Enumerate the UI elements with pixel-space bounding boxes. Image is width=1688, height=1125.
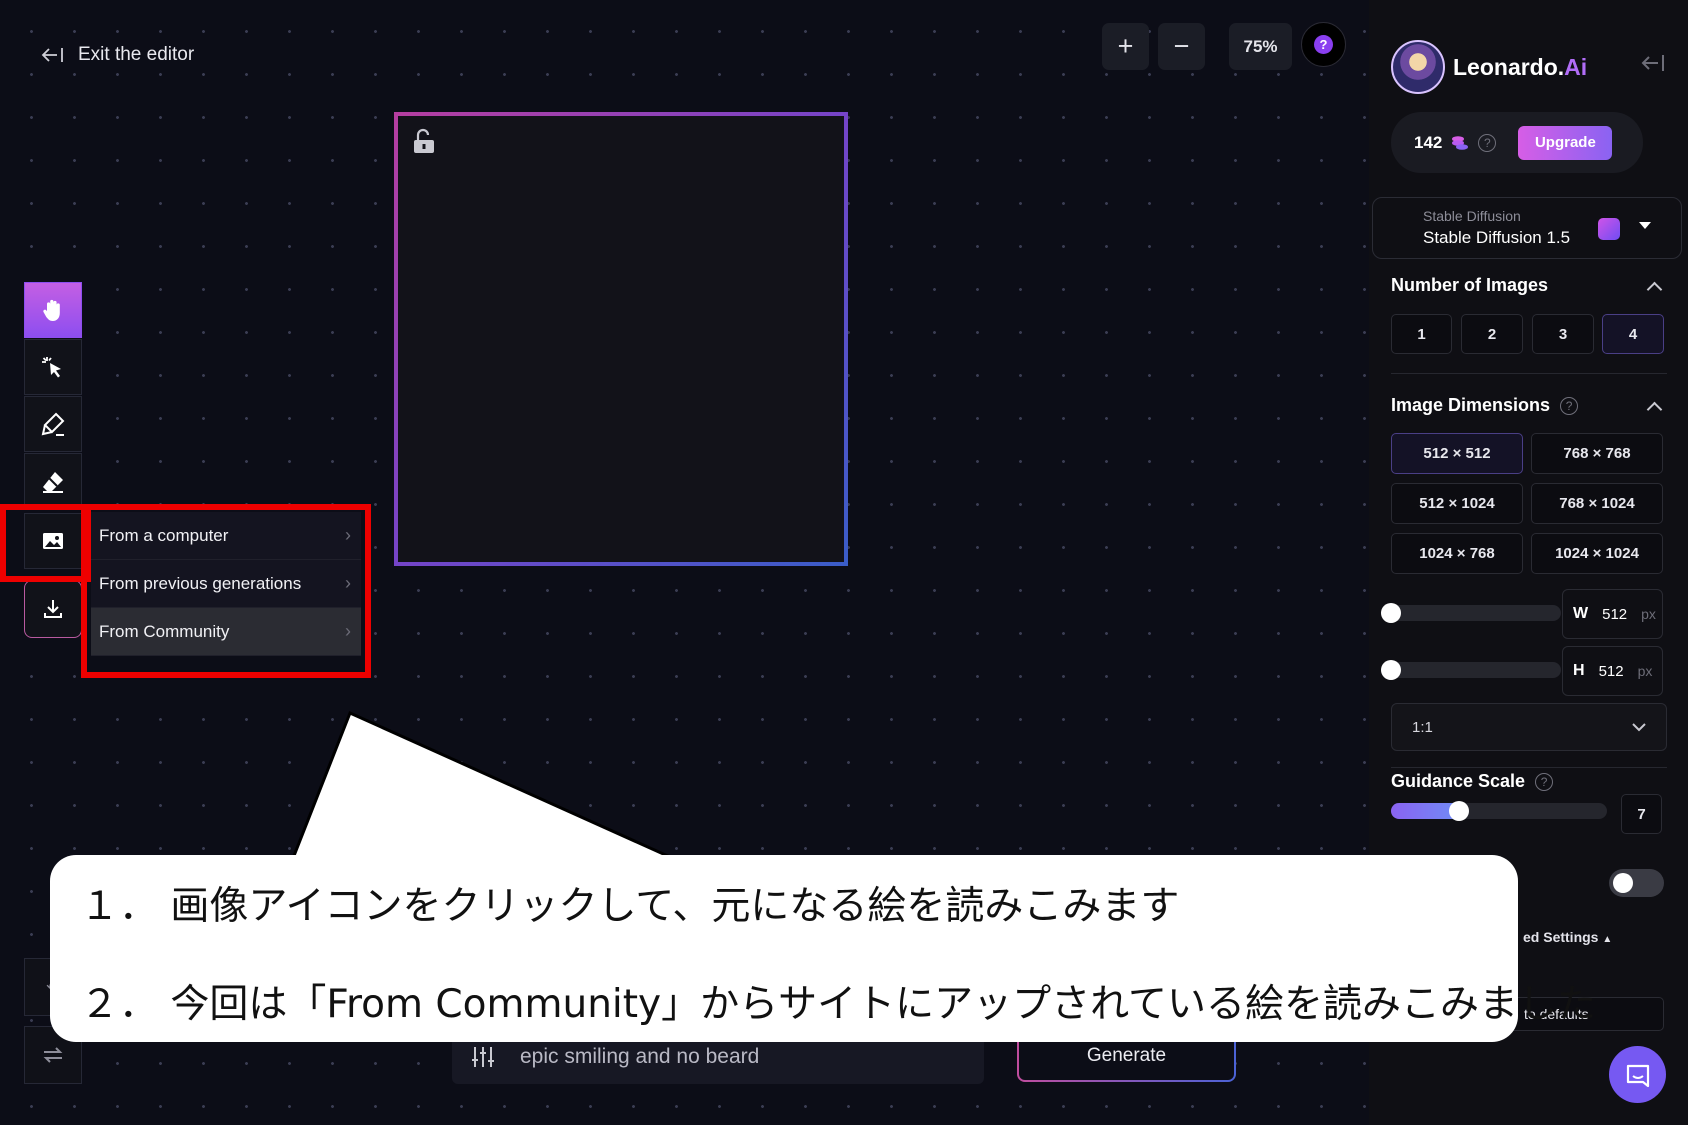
- brand-name: Leonardo.Ai: [1453, 53, 1588, 80]
- cursor-click-icon: [42, 357, 61, 378]
- width-slider[interactable]: [1381, 605, 1561, 621]
- dim-512x1024[interactable]: 512 × 1024: [1391, 483, 1523, 524]
- height-slider[interactable]: [1381, 662, 1561, 678]
- zoom-level[interactable]: 75%: [1229, 23, 1292, 70]
- guidance-slider-handle[interactable]: [1449, 801, 1469, 821]
- model-name: Stable Diffusion 1.5: [1423, 228, 1571, 247]
- width-field[interactable]: W 512 px: [1562, 589, 1663, 639]
- dim-512x512[interactable]: 512 × 512: [1391, 433, 1523, 474]
- divider: [1391, 767, 1667, 768]
- guidance-value[interactable]: 7: [1621, 794, 1662, 834]
- coins-icon: [1452, 135, 1469, 150]
- brush-icon: [41, 412, 65, 436]
- toggle-switch[interactable]: [1609, 869, 1664, 897]
- dim-1024x1024[interactable]: 1024 × 1024: [1531, 533, 1663, 574]
- dim-768x1024[interactable]: 768 × 1024: [1531, 483, 1663, 524]
- menu-item-label: From previous generations: [99, 573, 302, 593]
- height-slider-handle[interactable]: [1381, 660, 1401, 680]
- pan-tool-button[interactable]: [24, 282, 82, 338]
- instruction-callout: １． 画像アイコンをクリックして、元になる絵を読みこみます ２． 今回は「Fro…: [50, 855, 1596, 1042]
- eraser-icon: [43, 472, 63, 493]
- caret-down-icon: [1639, 222, 1651, 229]
- model-selector[interactable]: Stable Diffusion Stable Diffusion 1.5: [1372, 197, 1682, 259]
- callout-line-2: ２． 今回は「From Community」からサイトにアップされている絵を読み…: [80, 982, 1596, 1027]
- avatar: [1391, 40, 1445, 94]
- menu-item-from-previous[interactable]: From previous generations ›: [91, 560, 361, 608]
- unlock-icon[interactable]: [412, 128, 436, 154]
- help-icon[interactable]: ?: [1560, 396, 1579, 415]
- collapse-panel-icon[interactable]: [1640, 52, 1666, 74]
- upgrade-button[interactable]: Upgrade: [1518, 125, 1613, 160]
- sliders-icon: [472, 1047, 494, 1067]
- guidance-title: Guidance Scale?: [1391, 771, 1554, 792]
- menu-item-label: From Community: [99, 621, 230, 641]
- num-images-3[interactable]: 3: [1532, 314, 1594, 354]
- exit-arrow-icon: [41, 48, 63, 62]
- help-icon[interactable]: ?: [1535, 772, 1554, 791]
- num-images-title: Number of Images: [1391, 275, 1549, 295]
- num-images-4[interactable]: 4: [1602, 314, 1664, 354]
- dimensions-title: Image Dimensions?: [1391, 395, 1579, 416]
- help-button[interactable]: ?: [1301, 22, 1346, 67]
- divider: [1391, 373, 1667, 374]
- toggle-knob: [1613, 873, 1633, 893]
- chevron-right-icon: ›: [345, 573, 351, 593]
- help-icon[interactable]: ?: [1478, 133, 1497, 152]
- chevron-right-icon: ›: [345, 525, 351, 545]
- hand-icon: [43, 299, 60, 321]
- help-icon: ?: [1314, 35, 1333, 54]
- menu-item-from-community[interactable]: From Community ›: [91, 608, 361, 656]
- select-tool-button[interactable]: [24, 339, 82, 395]
- image-source-menu: From a computer › From previous generatio…: [91, 512, 361, 656]
- chevron-up-icon[interactable]: [1646, 281, 1663, 298]
- credits-count: 142: [1414, 132, 1443, 152]
- advanced-settings-toggle[interactable]: ed Settings ▲: [1523, 929, 1612, 945]
- dim-1024x768[interactable]: 1024 × 768: [1391, 533, 1523, 574]
- num-images-2[interactable]: 2: [1461, 314, 1523, 354]
- chat-icon: [1626, 1064, 1649, 1087]
- menu-item-from-computer[interactable]: From a computer ›: [91, 512, 361, 560]
- highlight-image-tool: [0, 504, 91, 582]
- chevron-up-icon[interactable]: [1646, 401, 1663, 418]
- menu-item-label: From a computer: [99, 525, 229, 545]
- callout-line-1: １． 画像アイコンをクリックして、元になる絵を読みこみます: [80, 884, 1180, 929]
- dim-768x768[interactable]: 768 × 768: [1531, 433, 1663, 474]
- credits-pill: 142 ? Upgrade: [1391, 112, 1643, 173]
- model-badge-icon: [1598, 218, 1620, 240]
- aspect-ratio-value: 1:1: [1412, 718, 1433, 736]
- download-icon: [44, 600, 62, 618]
- width-slider-handle[interactable]: [1381, 603, 1401, 623]
- chat-support-button[interactable]: [1609, 1046, 1666, 1103]
- brand-logo[interactable]: Leonardo.Ai: [1391, 40, 1588, 94]
- num-images-1[interactable]: 1: [1391, 314, 1452, 354]
- aspect-ratio-select[interactable]: 1:1: [1391, 703, 1667, 751]
- model-family: Stable Diffusion: [1423, 208, 1521, 224]
- zoom-in-button[interactable]: +: [1102, 23, 1149, 70]
- eraser-tool-button[interactable]: [24, 453, 82, 509]
- chevron-right-icon: ›: [345, 621, 351, 641]
- download-button[interactable]: [24, 580, 82, 638]
- exit-label: Exit the editor: [78, 44, 195, 65]
- minus-icon: −: [1173, 31, 1190, 61]
- height-field[interactable]: H 512 px: [1562, 646, 1663, 696]
- canvas-frame[interactable]: [394, 112, 848, 566]
- plus-icon: +: [1117, 31, 1134, 61]
- zoom-out-button[interactable]: −: [1158, 23, 1205, 70]
- chevron-down-icon: [1632, 722, 1646, 731]
- brush-tool-button[interactable]: [24, 396, 82, 452]
- prompt-text: epic smiling and no beard: [520, 1045, 760, 1068]
- redo-icon: [43, 1047, 63, 1063]
- exit-editor-button[interactable]: Exit the editor: [40, 40, 194, 70]
